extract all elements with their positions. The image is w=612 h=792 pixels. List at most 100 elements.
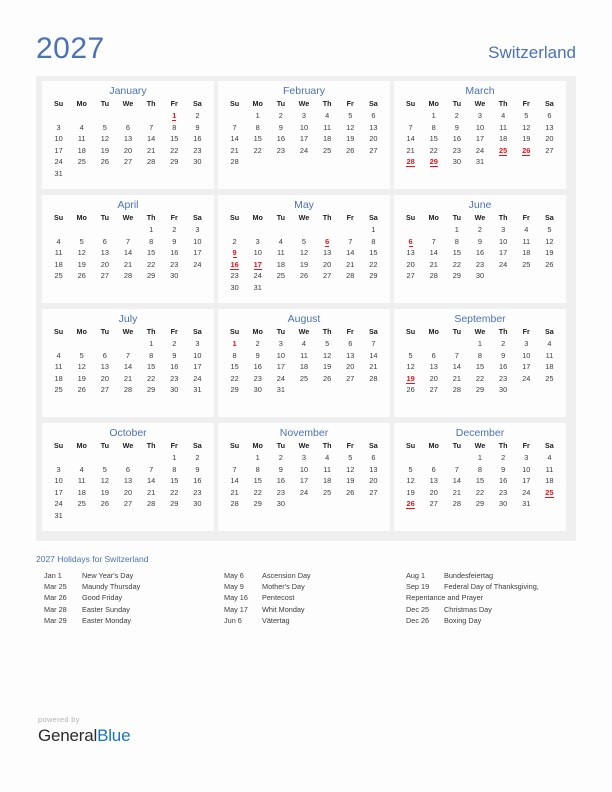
day-cell[interactable]: 2 bbox=[163, 224, 186, 236]
day-cell[interactable]: 6 bbox=[362, 452, 385, 464]
day-cell[interactable]: 3 bbox=[186, 338, 209, 350]
day-cell[interactable]: 18 bbox=[70, 487, 93, 499]
day-cell[interactable]: 16 bbox=[246, 361, 269, 373]
day-cell[interactable]: 25 bbox=[47, 384, 70, 396]
day-cell[interactable]: 20 bbox=[93, 373, 116, 385]
day-cell[interactable]: 1 bbox=[445, 224, 468, 236]
day-cell[interactable]: 26 bbox=[316, 373, 339, 385]
day-cell[interactable]: 21 bbox=[362, 361, 385, 373]
day-cell[interactable]: 3 bbox=[515, 338, 538, 350]
day-cell[interactable]: 27 bbox=[93, 384, 116, 396]
day-cell[interactable]: 1 bbox=[246, 110, 269, 122]
day-cell[interactable]: 15 bbox=[140, 361, 163, 373]
day-cell[interactable]: 26 bbox=[399, 384, 422, 396]
day-cell[interactable]: 10 bbox=[515, 464, 538, 476]
day-cell[interactable]: 14 bbox=[223, 475, 246, 487]
day-cell[interactable]: 21 bbox=[422, 259, 445, 271]
day-cell[interactable]: 24 bbox=[515, 487, 538, 499]
day-cell[interactable]: 20 bbox=[116, 145, 139, 157]
day-cell[interactable]: 27 bbox=[399, 270, 422, 282]
day-cell[interactable]: 5 bbox=[70, 350, 93, 362]
day-cell[interactable]: 11 bbox=[47, 361, 70, 373]
day-cell[interactable]: 17 bbox=[186, 361, 209, 373]
day-cell[interactable]: 18 bbox=[515, 247, 538, 259]
day-cell[interactable]: 17 bbox=[47, 145, 70, 157]
day-cell[interactable]: 10 bbox=[269, 350, 292, 362]
day-cell-holiday-march-25[interactable]: 25 bbox=[492, 145, 515, 157]
day-cell[interactable]: 20 bbox=[316, 259, 339, 271]
day-cell[interactable]: 27 bbox=[362, 145, 385, 157]
day-cell[interactable]: 15 bbox=[140, 247, 163, 259]
day-cell[interactable]: 26 bbox=[93, 156, 116, 168]
day-cell[interactable]: 30 bbox=[492, 384, 515, 396]
day-cell[interactable]: 17 bbox=[515, 361, 538, 373]
day-cell[interactable]: 23 bbox=[269, 487, 292, 499]
day-cell[interactable]: 16 bbox=[163, 361, 186, 373]
day-cell[interactable]: 7 bbox=[140, 464, 163, 476]
day-cell[interactable]: 7 bbox=[399, 122, 422, 134]
day-cell[interactable]: 25 bbox=[316, 487, 339, 499]
day-cell[interactable]: 8 bbox=[246, 464, 269, 476]
day-cell[interactable]: 11 bbox=[269, 247, 292, 259]
day-cell[interactable]: 10 bbox=[468, 122, 491, 134]
day-cell[interactable]: 5 bbox=[515, 110, 538, 122]
day-cell[interactable]: 27 bbox=[116, 156, 139, 168]
day-cell[interactable]: 4 bbox=[538, 452, 561, 464]
day-cell[interactable]: 5 bbox=[70, 236, 93, 248]
day-cell[interactable]: 14 bbox=[445, 475, 468, 487]
day-cell[interactable]: 4 bbox=[292, 338, 315, 350]
day-cell[interactable]: 28 bbox=[422, 270, 445, 282]
day-cell[interactable]: 8 bbox=[468, 464, 491, 476]
day-cell[interactable]: 17 bbox=[468, 133, 491, 145]
day-cell[interactable]: 21 bbox=[399, 145, 422, 157]
day-cell-holiday-june-6[interactable]: 6 bbox=[399, 236, 422, 248]
day-cell[interactable]: 25 bbox=[292, 373, 315, 385]
day-cell[interactable]: 14 bbox=[116, 247, 139, 259]
day-cell[interactable]: 4 bbox=[515, 224, 538, 236]
day-cell[interactable]: 17 bbox=[515, 475, 538, 487]
day-cell[interactable]: 28 bbox=[116, 384, 139, 396]
day-cell[interactable]: 8 bbox=[223, 350, 246, 362]
day-cell[interactable]: 10 bbox=[186, 236, 209, 248]
day-cell[interactable]: 22 bbox=[140, 373, 163, 385]
day-cell[interactable]: 20 bbox=[93, 259, 116, 271]
day-cell[interactable]: 23 bbox=[186, 145, 209, 157]
day-cell[interactable]: 12 bbox=[316, 350, 339, 362]
day-cell[interactable]: 3 bbox=[515, 452, 538, 464]
day-cell[interactable]: 30 bbox=[246, 384, 269, 396]
day-cell[interactable]: 11 bbox=[515, 236, 538, 248]
day-cell[interactable]: 19 bbox=[339, 475, 362, 487]
day-cell[interactable]: 29 bbox=[140, 384, 163, 396]
day-cell[interactable]: 19 bbox=[93, 145, 116, 157]
day-cell[interactable]: 15 bbox=[468, 361, 491, 373]
day-cell[interactable]: 22 bbox=[246, 145, 269, 157]
day-cell[interactable]: 7 bbox=[116, 236, 139, 248]
day-cell[interactable]: 28 bbox=[140, 156, 163, 168]
day-cell[interactable]: 18 bbox=[292, 361, 315, 373]
day-cell[interactable]: 9 bbox=[445, 122, 468, 134]
day-cell[interactable]: 2 bbox=[163, 338, 186, 350]
day-cell[interactable]: 11 bbox=[70, 133, 93, 145]
day-cell[interactable]: 6 bbox=[93, 350, 116, 362]
day-cell[interactable]: 7 bbox=[223, 464, 246, 476]
day-cell[interactable]: 14 bbox=[140, 133, 163, 145]
day-cell[interactable]: 29 bbox=[163, 156, 186, 168]
day-cell[interactable]: 16 bbox=[269, 475, 292, 487]
day-cell[interactable]: 16 bbox=[186, 475, 209, 487]
day-cell[interactable]: 17 bbox=[269, 361, 292, 373]
day-cell[interactable]: 27 bbox=[116, 498, 139, 510]
day-cell[interactable]: 29 bbox=[468, 384, 491, 396]
day-cell-holiday-december-26[interactable]: 26 bbox=[399, 498, 422, 510]
day-cell[interactable]: 29 bbox=[140, 270, 163, 282]
day-cell[interactable]: 13 bbox=[339, 350, 362, 362]
day-cell-holiday-january-1[interactable]: 1 bbox=[163, 110, 186, 122]
day-cell[interactable]: 20 bbox=[399, 259, 422, 271]
day-cell[interactable]: 23 bbox=[269, 145, 292, 157]
day-cell[interactable]: 3 bbox=[47, 122, 70, 134]
day-cell[interactable]: 22 bbox=[140, 259, 163, 271]
day-cell[interactable]: 28 bbox=[223, 156, 246, 168]
day-cell[interactable]: 2 bbox=[492, 452, 515, 464]
day-cell[interactable]: 27 bbox=[422, 384, 445, 396]
day-cell[interactable]: 12 bbox=[93, 133, 116, 145]
day-cell[interactable]: 22 bbox=[468, 487, 491, 499]
